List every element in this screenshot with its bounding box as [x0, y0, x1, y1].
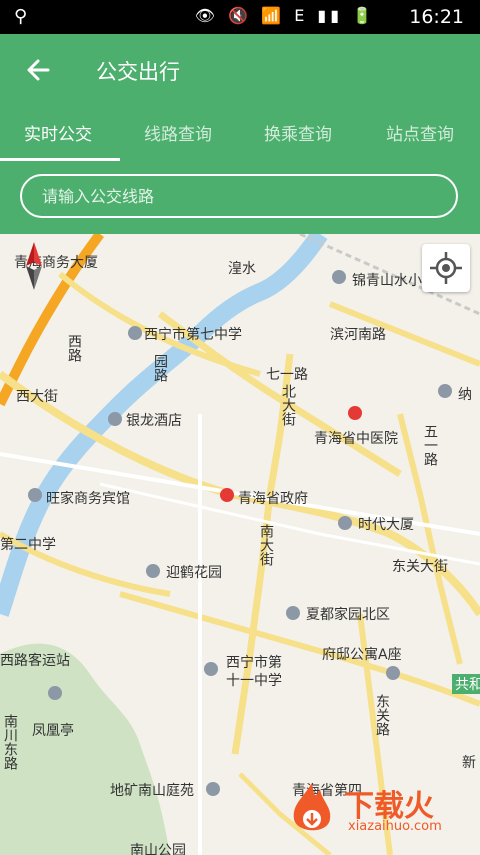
map-label: 湟水 [228, 261, 256, 277]
map-view[interactable]: 青海商务大厦 湟水 锦青山水小区 西宁市第七中学 滨河南路 西大街 银龙酒店 七… [0, 234, 480, 855]
map-label: 南大街 [258, 524, 274, 566]
residence-marker[interactable] [146, 564, 160, 578]
map-label: 时代大厦 [358, 517, 414, 533]
map-label: 南川东路 [2, 714, 18, 770]
flame-logo-icon [293, 783, 331, 831]
school-marker[interactable] [204, 662, 218, 676]
pavilion-marker[interactable] [48, 686, 62, 700]
map-label: 凤凰亭 [32, 723, 74, 739]
locate-icon [430, 252, 462, 284]
map-label: 北大街 [280, 384, 296, 426]
clock: 16:21 [409, 6, 464, 28]
back-arrow-icon[interactable] [22, 54, 54, 86]
search-field[interactable] [20, 174, 458, 218]
map-label: 西路 [66, 334, 82, 362]
residence-marker[interactable] [386, 666, 400, 680]
map-label: 南山公园 [130, 843, 186, 855]
status-icons: 👁 🔇 📶 E ▮▮ 🔋 [194, 6, 376, 25]
school-marker[interactable] [128, 326, 142, 340]
map-label: 第二中学 [0, 537, 56, 553]
watermark-subtext: xiazaihuo.com [348, 819, 442, 834]
residence-marker[interactable] [332, 270, 346, 284]
tab-bar: 实时公交 线路查询 换乘查询 站点查询 [0, 118, 480, 162]
map-label: 新 [462, 755, 476, 771]
map-label: 共和 [452, 674, 480, 694]
map-label: 西大街 [16, 389, 58, 405]
map-label: 银龙酒店 [126, 413, 182, 429]
map-label: 纳 [458, 387, 472, 403]
map-label: 迎鹤花园 [166, 565, 222, 581]
search-input[interactable] [40, 186, 424, 207]
hospital-marker[interactable] [348, 406, 362, 420]
tab-line-query[interactable]: 线路查询 [144, 118, 212, 162]
map-label: 滨河南路 [330, 327, 386, 343]
tab-transfer-query[interactable]: 换乘查询 [264, 118, 332, 162]
locate-button[interactable] [422, 244, 470, 292]
government-marker[interactable] [220, 488, 234, 502]
map-label: 青海省中医院 [314, 431, 398, 447]
hotel-marker[interactable] [28, 488, 42, 502]
page-title: 公交出行 [96, 60, 180, 84]
app-bar: 公交出行 实时公交 线路查询 换乘查询 站点查询 [0, 34, 480, 234]
map-label: 西宁市第 [226, 655, 282, 671]
map-label: 十一中学 [226, 673, 282, 689]
map-label: 七一路 [266, 367, 308, 383]
map-label: 府邸公寓A座 [322, 647, 402, 663]
map-label: 园路 [152, 354, 168, 382]
map-label: 旺家商务宾馆 [46, 491, 130, 507]
map-label: 五一路 [422, 424, 438, 466]
watermark: 下载火 xiazaihuo.com [282, 779, 472, 849]
map-label: 青海省政府 [238, 491, 308, 507]
map-label: 地矿南山庭苑 [110, 783, 194, 799]
building-marker[interactable] [438, 384, 452, 398]
compass-icon[interactable] [24, 242, 44, 290]
tab-indicator [0, 158, 120, 161]
building-marker[interactable] [338, 516, 352, 530]
map-label: 东关大街 [392, 559, 448, 575]
tab-stop-query[interactable]: 站点查询 [386, 118, 454, 162]
usb-icon: ⚲ [14, 6, 28, 27]
residence-marker[interactable] [206, 782, 220, 796]
residence-marker[interactable] [286, 606, 300, 620]
status-bar: ⚲ 👁 🔇 📶 E ▮▮ 🔋 16:21 [0, 0, 480, 34]
hotel-marker[interactable] [108, 412, 122, 426]
network-type: E [294, 6, 309, 25]
map-label: 西路客运站 [0, 653, 70, 669]
map-label: 东关路 [374, 694, 390, 736]
map-label: 夏都家园北区 [306, 607, 390, 623]
map-label: 西宁市第七中学 [144, 327, 242, 343]
tab-realtime-bus[interactable]: 实时公交 [24, 118, 92, 162]
